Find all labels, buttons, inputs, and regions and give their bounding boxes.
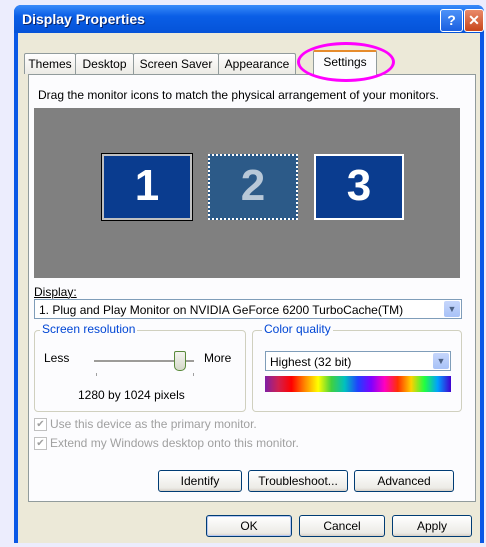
instruction-text: Drag the monitor icons to match the phys… [38,88,439,102]
extend-desktop-checkbox[interactable]: ✔ [34,437,47,450]
color-spectrum-bar [265,376,451,392]
advanced-button[interactable]: Advanced [354,470,454,492]
display-select-value: 1. Plug and Play Monitor on NVIDIA GeFor… [39,303,404,317]
monitor-3-icon[interactable]: 3 [314,154,404,220]
monitor-2-icon[interactable]: 2 [208,154,298,220]
chevron-down-icon[interactable]: ▼ [433,353,449,369]
color-quality-select[interactable]: Highest (32 bit) ▼ [265,351,451,371]
monitor-1-icon[interactable]: 1 [101,153,193,221]
resolution-less-label: Less [44,351,70,365]
resolution-value-text: 1280 by 1024 pixels [78,388,185,402]
display-label: Display: [34,285,77,299]
tab-themes[interactable]: Themes [24,53,76,74]
slider-ticks [96,373,194,376]
display-select[interactable]: 1. Plug and Play Monitor on NVIDIA GeFor… [34,299,462,319]
color-quality-label: Color quality [262,322,333,336]
troubleshoot-button[interactable]: Troubleshoot... [248,470,348,492]
tab-screen-saver[interactable]: Screen Saver [133,53,219,74]
extend-desktop-label: Extend my Windows desktop onto this moni… [50,436,299,450]
help-icon[interactable]: ? [440,9,463,32]
resolution-more-label: More [204,351,232,365]
color-quality-value: Highest (32 bit) [270,355,352,369]
highlight-ring [297,42,395,82]
primary-monitor-label: Use this device as the primary monitor. [50,417,257,431]
tab-appearance[interactable]: Appearance [218,53,296,74]
apply-button[interactable]: Apply [392,515,472,537]
window-title: Display Properties [22,11,145,27]
resolution-slider-thumb[interactable] [174,351,186,371]
color-quality-group [252,330,462,412]
title-bar[interactable]: Display Properties ? ✕ [14,5,484,33]
close-icon[interactable]: ✕ [464,9,484,32]
cancel-button[interactable]: Cancel [299,515,385,537]
tab-desktop[interactable]: Desktop [75,53,134,74]
chevron-down-icon[interactable]: ▼ [444,301,460,317]
monitor-arrangement-area[interactable]: 1 2 3 [34,108,460,278]
display-properties-window: Display Properties ? ✕ Themes Desktop Sc… [14,5,484,543]
primary-monitor-checkbox[interactable]: ✔ [34,418,47,431]
dialog-client-area: Themes Desktop Screen Saver Appearance S… [18,33,480,543]
identify-button[interactable]: Identify [158,470,242,492]
ok-button[interactable]: OK [206,515,292,537]
screen-resolution-label: Screen resolution [40,322,138,336]
